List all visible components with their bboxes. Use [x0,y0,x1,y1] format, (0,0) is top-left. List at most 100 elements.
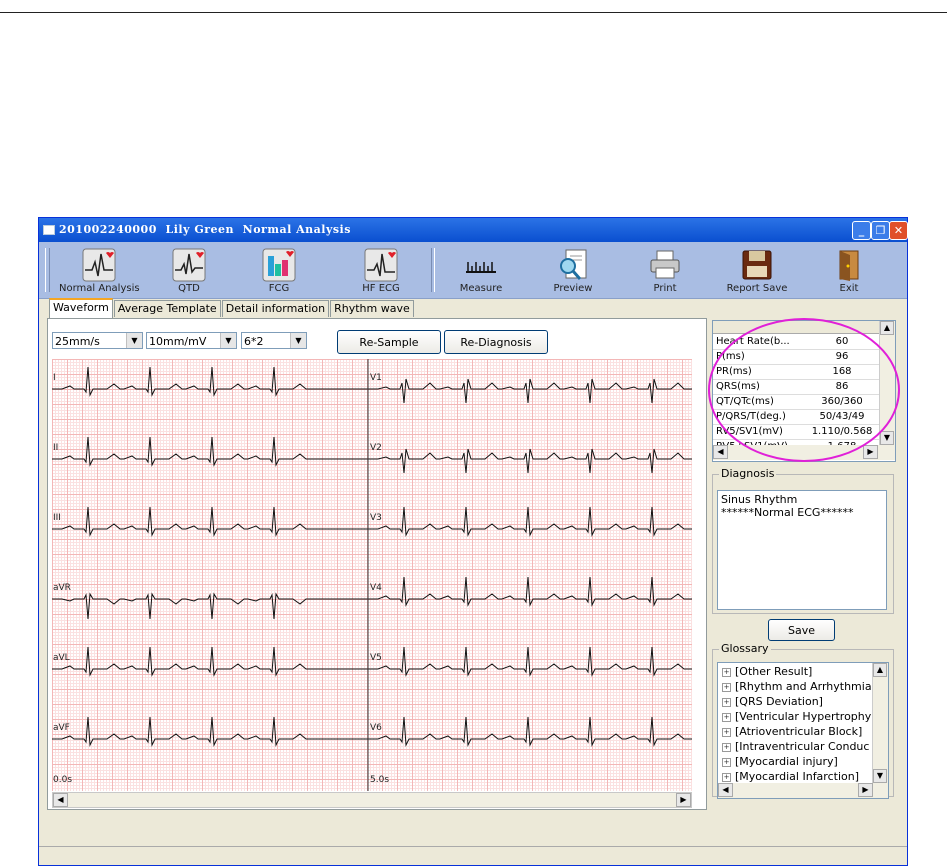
title-bar: 201002240000 Lily Green Normal Analysis … [39,218,908,242]
qtd-label: QTD [178,283,200,294]
lead-label-avf: aVF [53,723,70,733]
scroll-down-icon[interactable]: ▼ [873,769,887,783]
scroll-down-icon[interactable]: ▼ [880,431,894,445]
diagnosis-line: ******Normal ECG****** [721,506,854,519]
glossary-item[interactable]: + [Atrioventricular Block] [722,725,862,738]
hf-ecg-button[interactable]: HF ECG [341,246,421,296]
expand-plus-icon: + [722,712,731,722]
glossary-item[interactable]: + [Ventricular Hypertrophy [722,710,871,723]
normal-analysis-label: Normal Analysis [59,283,140,294]
chevron-down-icon: ▼ [220,333,236,348]
tab-strip: Waveform Average Template Detail informa… [49,298,415,318]
time-label-start: 0.0s [53,775,73,785]
report-save-button[interactable]: Report Save [717,246,797,296]
qtd-button[interactable]: QTD [149,246,229,296]
layout-value: 6*2 [244,335,264,348]
glossary-item[interactable]: + [Myocardial Infarction] [722,770,859,783]
glossary-item[interactable]: + [QRS Deviation] [722,695,823,708]
lead-label-avl: aVL [53,653,70,663]
tab-detail-information[interactable]: Detail information [221,300,330,317]
expand-plus-icon: + [722,742,731,752]
waveform-horizontal-scrollbar[interactable]: ◀ ▶ [52,792,692,808]
exit-button[interactable]: Exit [809,246,889,296]
lead-label-v5: V5 [370,653,382,663]
window-title: 201002240000 Lily Green Normal Analysis [59,223,351,236]
ecg-trace-avf [52,716,368,747]
glossary-item[interactable]: + [Other Result] [722,665,812,678]
ecg-trace-avl [52,646,368,677]
exit-label: Exit [839,283,859,294]
ecg-trace-v5 [368,646,692,677]
preview-button[interactable]: Preview [533,246,613,296]
print-button[interactable]: Print [625,246,705,296]
ecg-trace-v3 [368,506,692,537]
glossary-item-label: [Atrioventricular Block] [735,725,863,738]
scroll-right-icon[interactable]: ▶ [863,445,878,459]
save-button[interactable]: Save [768,619,835,641]
close-button[interactable]: ✕ [889,221,908,240]
ecg-trace-v6 [368,716,692,747]
tab-rhythm-wave[interactable]: Rhythm wave [330,300,414,317]
highlight-ellipse [708,318,900,462]
glossary-horizontal-scrollbar[interactable]: ◀ ▶ [718,783,888,798]
expand-plus-icon: + [722,697,731,707]
chevron-down-icon: ▼ [126,333,142,348]
speed-select[interactable]: 25mm/s ▼ [52,332,143,349]
toolbar: Normal Analysis QTD FCG HF ECG Measure P… [39,242,907,299]
glossary-vertical-scrollbar[interactable]: ▲ ▼ [872,663,888,783]
glossary-item[interactable]: + [Intraventricular Conduc [722,740,869,753]
lead-label-v3: V3 [370,513,382,523]
diagnosis-textarea[interactable]: Sinus Rhythm ******Normal ECG****** [717,490,887,610]
hf-ecg-heart-icon [364,248,398,282]
fcg-button[interactable]: FCG [239,246,319,296]
ecg-grid: I II III aVR aVL aVF V1 V2 V3 V4 V5 V6 0… [52,359,692,791]
scroll-left-icon[interactable]: ◀ [718,783,733,797]
tab-average-template[interactable]: Average Template [113,300,221,317]
gain-select[interactable]: 10mm/mV ▼ [146,332,237,349]
expand-plus-icon: + [722,667,731,677]
toolbar-separator [431,248,435,292]
scroll-left-icon[interactable]: ◀ [53,793,68,807]
glossary-item-label: [Ventricular Hypertrophy [735,710,872,723]
scroll-up-icon[interactable]: ▲ [873,663,887,677]
magnifier-document-icon [560,249,587,280]
app-window: 201002240000 Lily Green Normal Analysis … [38,217,908,866]
normal-analysis-button[interactable]: Normal Analysis [59,246,140,296]
speed-value: 25mm/s [55,335,100,348]
glossary-title: Glossary [719,642,771,655]
layout-select[interactable]: 6*2 ▼ [241,332,307,349]
ecg-trace-iii [52,506,368,537]
ecg-trace-v4 [368,576,692,607]
resample-button[interactable]: Re-Sample [337,330,441,354]
glossary-item[interactable]: + [Rhythm and Arrhythmia [722,680,872,693]
status-bar [39,846,907,865]
qtd-heart-icon [172,248,206,282]
glossary-item-label: [Myocardial injury] [735,755,838,768]
rediagnosis-button[interactable]: Re-Diagnosis [444,330,548,354]
ecg-trace-v2 [368,448,692,474]
ecg-heart-icon [82,248,116,282]
glossary-tree: + [Other Result] + [Rhythm and Arrhythmia … [717,662,889,799]
scroll-right-icon[interactable]: ▶ [858,783,873,797]
scroll-left-icon[interactable]: ◀ [713,445,728,459]
floppy-disk-icon [742,250,772,280]
fcg-chart-icon [262,248,296,282]
time-label-mid: 5.0s [370,775,390,785]
glossary-item[interactable]: + [Myocardial injury] [722,755,838,768]
minimize-button[interactable]: _ [852,221,871,240]
glossary-item-label: [Intraventricular Conduc [735,740,870,753]
restore-button[interactable]: ❐ [871,221,890,240]
door-exit-icon [839,250,859,281]
tab-waveform[interactable]: Waveform [49,298,113,318]
glossary-group: Glossary + [Other Result] + [Rhythm and Ar… [712,642,894,799]
expand-plus-icon: + [722,682,731,692]
ecg-trace-i [52,366,368,397]
glossary-item-label: [Other Result] [735,665,813,678]
ecg-trace-ii [52,436,368,467]
glossary-item-label: [Rhythm and Arrhythmia [735,680,872,693]
measure-button[interactable]: Measure [441,246,521,296]
diagnosis-title: Diagnosis [719,467,777,480]
scroll-right-icon[interactable]: ▶ [676,793,691,807]
measure-label: Measure [459,283,503,294]
scroll-up-icon[interactable]: ▲ [880,321,894,335]
